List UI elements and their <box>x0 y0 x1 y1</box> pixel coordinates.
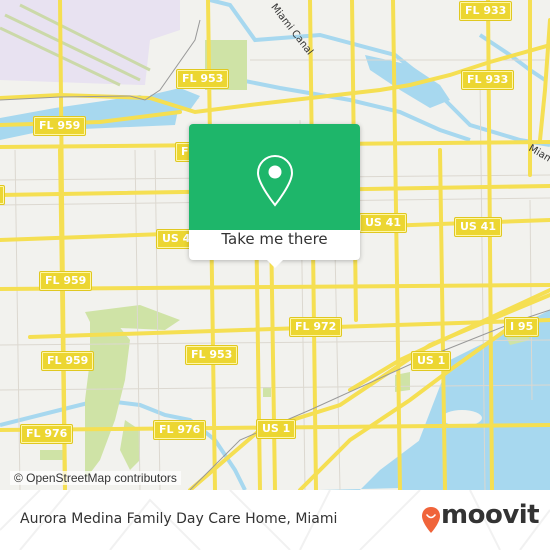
popup-header[interactable] <box>189 124 360 230</box>
route-shield: I 95 <box>503 317 540 337</box>
route-shield: FL 959 <box>40 351 95 371</box>
map-attribution[interactable]: © OpenStreetMap contributors <box>10 471 181 485</box>
route-shield: 8 <box>0 185 5 205</box>
place-title: Aurora Medina Family Day Care Home, Miam… <box>20 511 338 527</box>
route-shield: US 41 <box>359 213 407 233</box>
map-pin-icon <box>256 154 294 207</box>
take-me-there-button[interactable]: Take me there <box>189 230 360 260</box>
route-shield: FL 976 <box>152 420 207 440</box>
route-shield: FL 959 <box>32 116 87 136</box>
brand-name: moovit <box>441 500 540 530</box>
route-shield: FL 976 <box>19 424 74 444</box>
footer-bar: Aurora Medina Family Day Care Home, Miam… <box>0 490 550 550</box>
route-shield: US 1 <box>255 419 297 439</box>
route-shield: FL 933 <box>460 70 515 90</box>
location-popup[interactable]: Take me there <box>189 124 360 268</box>
map-view[interactable]: FL 933 FL 933 FL 953 FL 959 FL 959 FL 95… <box>0 0 550 490</box>
route-shield: FL 933 <box>458 1 513 21</box>
route-shield: FL 953 <box>184 345 239 365</box>
route-shield: US 1 <box>410 351 452 371</box>
route-shield: US 41 <box>454 217 502 237</box>
moovit-pin-icon <box>422 507 440 533</box>
route-shield: FL 953 <box>175 69 230 89</box>
route-shield: FL 959 <box>38 271 93 291</box>
popup-pointer <box>267 260 283 268</box>
route-shield: FL 972 <box>288 317 343 337</box>
